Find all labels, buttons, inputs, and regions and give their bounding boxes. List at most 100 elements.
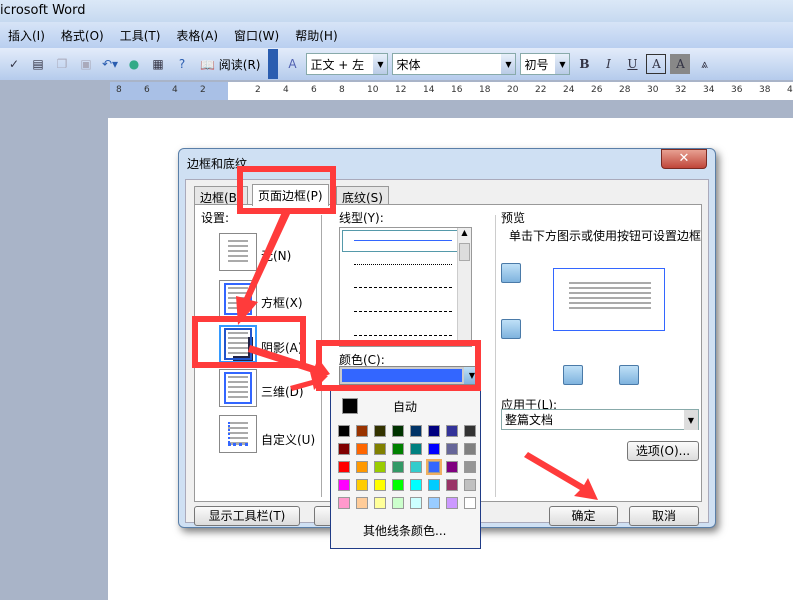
color-swatch[interactable] (426, 459, 442, 475)
auto-color-swatch[interactable] (342, 398, 358, 414)
paste-icon[interactable]: ▣ (76, 54, 96, 74)
char-shading-button[interactable]: A (670, 54, 691, 74)
color-swatch[interactable] (446, 461, 458, 473)
menu-window[interactable]: 窗口(W) (226, 27, 287, 44)
color-swatch[interactable] (446, 425, 458, 437)
font-select[interactable]: 宋体 ▼ (392, 53, 517, 75)
tab-page-border[interactable]: 页面边框(P) (252, 184, 329, 206)
color-swatch[interactable] (392, 479, 404, 491)
toolbar-overflow-icon[interactable] (268, 49, 279, 79)
color-swatch[interactable] (464, 443, 476, 455)
color-swatch[interactable] (356, 425, 368, 437)
color-swatch[interactable] (338, 461, 350, 473)
close-button[interactable]: ✕ (661, 149, 707, 169)
apply-to-select[interactable]: 整篇文档 ▼ (501, 409, 699, 430)
color-swatch[interactable] (410, 497, 422, 509)
read-button[interactable]: 📖 阅读(R) (196, 56, 264, 73)
bold-button[interactable]: B (574, 54, 594, 74)
cancel-button[interactable]: 取消 (629, 506, 699, 526)
table-icon[interactable]: ▦ (148, 54, 168, 74)
more-colors-link[interactable]: 其他线条颜色... (363, 522, 446, 539)
tab-borders[interactable]: 边框(B) (194, 186, 248, 205)
char-border-button[interactable]: A (646, 54, 667, 74)
menu-table[interactable]: 表格(A) (168, 27, 226, 44)
color-swatch[interactable] (464, 461, 476, 473)
font-size-select[interactable]: 初号 ▼ (520, 53, 571, 75)
bottom-border-button[interactable] (501, 319, 521, 339)
setting-3d[interactable] (219, 369, 257, 407)
color-swatch[interactable] (356, 479, 368, 491)
chevron-down-icon[interactable]: ▼ (464, 367, 480, 384)
line-style-list[interactable]: ▲ (339, 227, 472, 347)
menu-insert[interactable]: 插入(I) (0, 27, 53, 44)
color-swatch[interactable] (428, 425, 440, 437)
menu-help[interactable]: 帮助(H) (287, 27, 345, 44)
top-border-button[interactable] (501, 263, 521, 283)
color-swatch[interactable] (428, 479, 440, 491)
setting-box[interactable] (219, 280, 257, 318)
show-toolbar-button[interactable]: 显示工具栏(T) (194, 506, 300, 526)
color-swatch[interactable] (446, 443, 458, 455)
color-swatch[interactable] (446, 479, 458, 491)
chevron-down-icon[interactable]: ▼ (684, 410, 698, 430)
color-swatch[interactable] (428, 497, 440, 509)
color-swatch[interactable] (392, 497, 404, 509)
color-swatch[interactable] (356, 443, 368, 455)
color-swatch[interactable] (374, 479, 386, 491)
auto-color-label[interactable]: 自动 (393, 398, 417, 415)
chevron-down-icon[interactable]: ▼ (501, 54, 516, 74)
preview-box[interactable] (553, 268, 665, 331)
line-style-solid[interactable] (354, 240, 452, 241)
chevron-down-icon[interactable]: ▼ (373, 54, 388, 74)
research-icon[interactable]: ▤ (28, 54, 48, 74)
line-style-dashed[interactable] (354, 287, 452, 288)
help-icon[interactable]: ? (172, 54, 192, 74)
color-select[interactable]: ▼ (339, 366, 481, 385)
styles-icon[interactable]: A (282, 54, 302, 74)
copy-icon[interactable]: ❐ (52, 54, 72, 74)
color-swatch[interactable] (410, 479, 422, 491)
ok-button[interactable]: 确定 (549, 506, 618, 526)
chevron-down-icon[interactable]: ▼ (555, 54, 570, 74)
color-swatch[interactable] (374, 461, 386, 473)
color-swatch[interactable] (392, 425, 404, 437)
phonetic-icon[interactable]: ⩓ (694, 54, 714, 74)
ruler[interactable]: 8642246810121416182022242628303234363840 (110, 82, 793, 100)
color-swatch[interactable] (410, 461, 422, 473)
left-border-button[interactable] (563, 365, 583, 385)
right-border-button[interactable] (619, 365, 639, 385)
setting-shadow[interactable] (219, 325, 257, 363)
undo-icon[interactable]: ↶▾ (100, 54, 120, 74)
color-swatch[interactable] (446, 497, 458, 509)
scrollbar[interactable]: ▲ (457, 228, 471, 346)
style-select[interactable]: 正文 + 左 ▼ (306, 53, 389, 75)
line-style-dash-dot[interactable] (354, 335, 452, 336)
options-button[interactable]: 选项(O)... (627, 441, 699, 461)
color-swatch[interactable] (464, 497, 476, 509)
menu-tools[interactable]: 工具(T) (112, 27, 169, 44)
color-swatch[interactable] (464, 425, 476, 437)
color-swatch[interactable] (338, 497, 350, 509)
underline-button[interactable]: U (622, 54, 642, 74)
color-swatch[interactable] (338, 443, 350, 455)
color-swatch[interactable] (374, 425, 386, 437)
setting-custom[interactable] (219, 415, 257, 453)
italic-button[interactable]: I (598, 54, 618, 74)
color-swatch[interactable] (464, 479, 476, 491)
tab-shading[interactable]: 底纹(S) (336, 186, 389, 205)
color-swatch[interactable] (410, 443, 422, 455)
scroll-thumb[interactable] (459, 243, 470, 261)
color-swatch[interactable] (338, 425, 350, 437)
line-style-dotted[interactable] (354, 264, 452, 265)
color-swatch[interactable] (392, 461, 404, 473)
menu-format[interactable]: 格式(O) (53, 27, 112, 44)
hyperlink-icon[interactable]: ● (124, 54, 144, 74)
color-swatch[interactable] (374, 497, 386, 509)
color-swatch[interactable] (410, 425, 422, 437)
color-swatch[interactable] (392, 443, 404, 455)
color-swatch[interactable] (374, 443, 386, 455)
color-swatch[interactable] (338, 479, 350, 491)
color-swatch[interactable] (356, 497, 368, 509)
setting-none[interactable] (219, 233, 257, 271)
spelling-icon[interactable]: ✓ (4, 54, 24, 74)
